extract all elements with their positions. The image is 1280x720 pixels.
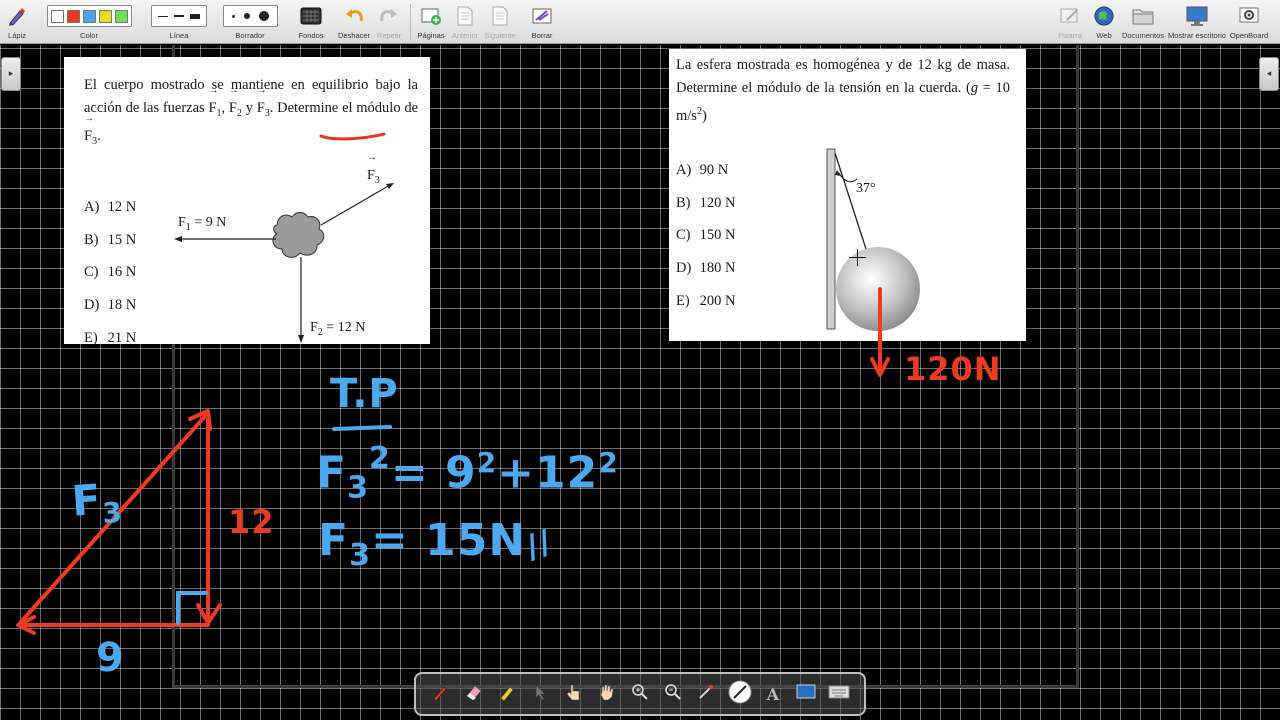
arrow-cursor-icon [530, 682, 550, 706]
virtual-keyboard-tool[interactable] [826, 681, 852, 707]
globe-icon [1093, 2, 1115, 30]
hand-pointer-icon [563, 682, 583, 706]
line-tool[interactable] [727, 680, 753, 708]
tp-underline [332, 425, 392, 431]
color-swatch-blue[interactable] [82, 9, 96, 23]
web-label: Web [1096, 31, 1112, 40]
next-page-icon [491, 2, 509, 30]
main-toolbar: Lápiz Color Línea Borrador Fondos Deshac… [0, 0, 1280, 44]
laser-pointer-tool[interactable] [693, 681, 719, 707]
pan-tool[interactable] [594, 681, 620, 707]
backgrounds-button[interactable]: Fondos [297, 2, 325, 40]
next-label: Siguiente [484, 31, 516, 40]
toolbar-separator [410, 4, 411, 40]
clear-page-button[interactable]: Borrar [528, 2, 556, 40]
weight-arrow [870, 287, 890, 377]
theorem-label: T.P [330, 371, 399, 417]
zoom-in-icon [630, 682, 650, 706]
line-thin[interactable] [158, 15, 168, 17]
desktop-icon [1185, 2, 1209, 30]
board-mode-button[interactable]: Pizarra [1056, 2, 1084, 40]
web-mode-button[interactable]: Web [1090, 2, 1118, 40]
documents-label: Documentos [1121, 31, 1165, 40]
previous-page-button[interactable]: Anterior [450, 2, 480, 40]
equation-1: F32= 92+122 [316, 441, 619, 506]
line-medium[interactable] [174, 15, 184, 17]
highlighter-icon [497, 682, 517, 706]
color-picker[interactable]: Color [39, 2, 139, 40]
line-width-options [151, 5, 207, 27]
clear-label: Borrar [531, 31, 553, 40]
eraser-icon [464, 682, 484, 706]
add-page-icon [420, 2, 442, 30]
board-icon [1059, 2, 1081, 30]
next-page-button[interactable]: Siguiente [484, 2, 516, 40]
eraser-size-picker[interactable]: Borrador [220, 2, 280, 40]
select-tool[interactable] [527, 681, 553, 707]
equation-2: F3= 15N// [318, 515, 558, 573]
hand-icon [597, 682, 617, 706]
ink-layer [16, 287, 890, 635]
pen-tool[interactable] [428, 681, 454, 707]
eraser-size-options [222, 5, 278, 27]
folder-icon [1131, 2, 1155, 30]
zoom-out-icon [663, 682, 683, 706]
color-swatch-yellow[interactable] [98, 9, 112, 23]
zoom-in-tool[interactable] [627, 681, 653, 707]
redo-label: Repetir [376, 31, 402, 40]
documents-mode-button[interactable]: Documentos [1122, 2, 1164, 40]
undo-button[interactable]: Deshacer [337, 2, 371, 40]
previous-page-icon [456, 2, 474, 30]
screen-capture-icon [795, 682, 817, 706]
openboard-label: OpenBoard [1229, 31, 1269, 40]
eraser-label: Borrador [235, 31, 265, 40]
color-palette [46, 5, 132, 27]
capture-tool[interactable] [793, 681, 819, 707]
keyboard-icon [828, 684, 850, 704]
color-label: Color [80, 31, 98, 40]
pages-label: Páginas [417, 31, 445, 40]
color-swatch-red[interactable] [66, 9, 80, 23]
triangle-side-label: 12 [228, 503, 275, 541]
line-tool-icon [728, 680, 752, 708]
eraser-large[interactable] [258, 11, 269, 21]
eraser-tool[interactable] [461, 681, 487, 707]
whiteboard-canvas[interactable]: ▸ ◂ El cuerpo mostrado se mantiene en eq… [0, 45, 1280, 720]
redo-icon [378, 2, 400, 30]
highlighter-tool[interactable] [494, 681, 520, 707]
pen-icon [6, 2, 28, 30]
triangle-hypotenuse-label: F3 [70, 474, 125, 531]
text-tool-icon: A [766, 684, 779, 704]
pen-icon [431, 682, 451, 706]
text-tool[interactable]: A [760, 681, 786, 707]
pen-tool-button[interactable]: Lápiz [4, 2, 30, 40]
undo-label: Deshacer [337, 31, 371, 40]
desktop-label: Mostrar escritorio [1168, 31, 1226, 40]
triangle-base-label: 9 [96, 635, 125, 681]
color-swatch-white[interactable] [50, 9, 64, 23]
board-label: Pizarra [1058, 31, 1082, 40]
weight-label: 120N [904, 350, 1002, 388]
gear-icon [1238, 2, 1260, 30]
floating-tool-dock: A [414, 672, 866, 716]
undo-icon [343, 2, 365, 30]
eraser-small[interactable] [231, 14, 235, 18]
line-width-picker[interactable]: Línea [149, 2, 209, 40]
interact-tool[interactable] [560, 681, 586, 707]
backgrounds-label: Fondos [298, 31, 324, 40]
openboard-menu-button[interactable]: OpenBoard [1229, 2, 1269, 40]
clear-page-icon [531, 2, 553, 30]
redo-button[interactable]: Repetir [374, 2, 404, 40]
color-swatch-green[interactable] [114, 9, 128, 23]
eraser-medium[interactable] [243, 13, 250, 19]
previous-label: Anterior [451, 31, 479, 40]
pen-label: Lápiz [8, 31, 26, 40]
laser-pointer-icon [696, 682, 716, 706]
line-thick[interactable] [190, 13, 200, 19]
pages-button[interactable]: Páginas [416, 2, 446, 40]
line-label: Línea [169, 31, 189, 40]
show-desktop-button[interactable]: Mostrar escritorio [1167, 2, 1227, 40]
zoom-out-tool[interactable] [660, 681, 686, 707]
background-icon [300, 2, 322, 30]
